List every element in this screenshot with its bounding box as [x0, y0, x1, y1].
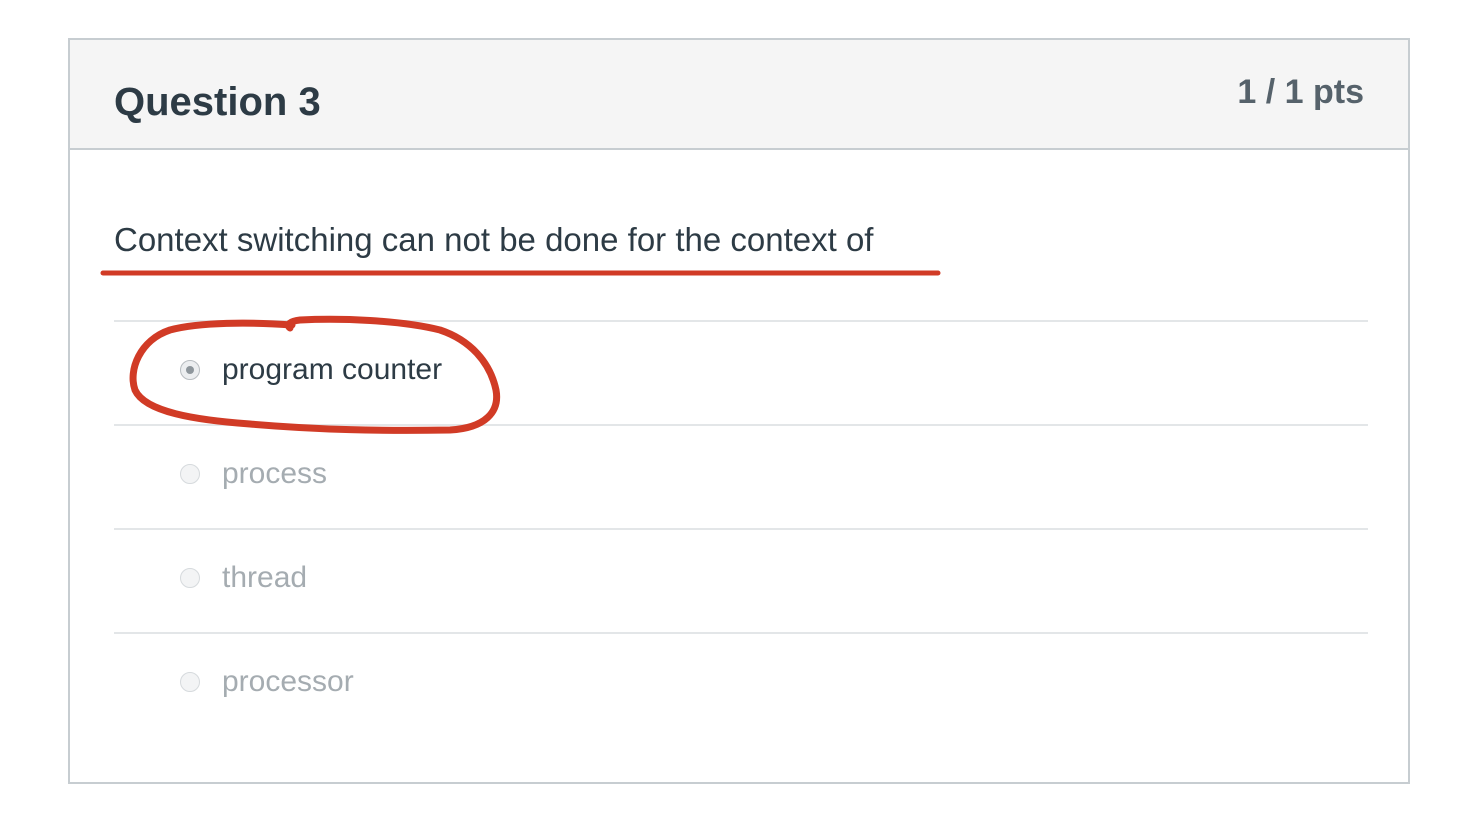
- answer-list: program counter process thread processor: [114, 320, 1368, 736]
- points-label: 1 / 1 pts: [1237, 73, 1364, 111]
- radio-button-selected[interactable]: [180, 360, 200, 380]
- question-title: Question 3: [114, 80, 321, 124]
- answer-option[interactable]: process: [114, 424, 1368, 528]
- radio-button[interactable]: [180, 464, 200, 484]
- question-header: Question 3 1 / 1 pts: [70, 40, 1408, 150]
- answer-option[interactable]: processor: [114, 632, 1368, 736]
- answer-label: process: [222, 457, 328, 490]
- radio-button[interactable]: [180, 568, 200, 588]
- answer-label: processor: [222, 665, 354, 698]
- answer-option[interactable]: program counter: [114, 320, 1368, 424]
- answer-option[interactable]: thread: [114, 528, 1368, 632]
- question-text: Context switching can not be done for th…: [114, 221, 874, 258]
- quiz-question-card: Question 3 1 / 1 pts Context switching c…: [68, 38, 1410, 784]
- answer-label: thread: [222, 561, 308, 594]
- radio-button[interactable]: [180, 672, 200, 692]
- answer-label: program counter: [222, 353, 443, 386]
